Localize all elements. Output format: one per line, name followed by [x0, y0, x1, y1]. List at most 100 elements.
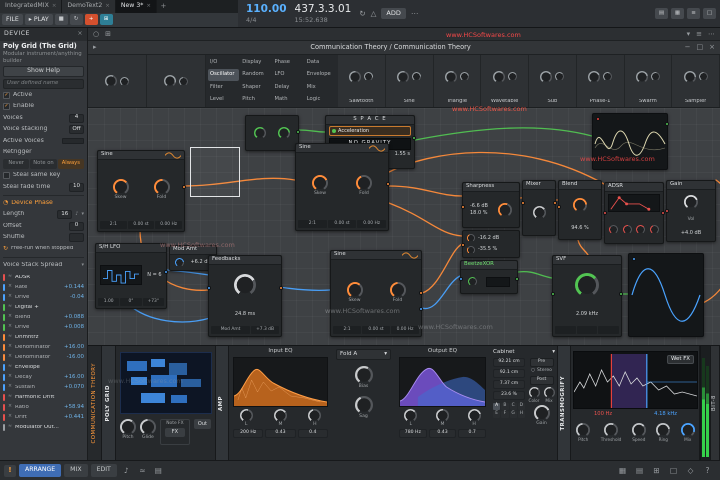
modulator-row[interactable]: ×Sustain+0.070	[3, 383, 84, 393]
blend-knob[interactable]	[573, 198, 587, 212]
note-fx-slot[interactable]: Note FX FX	[160, 419, 190, 445]
category-pitch[interactable]: Pitch	[240, 94, 271, 105]
modulator-row[interactable]: ≈Dnmntrz	[3, 333, 84, 343]
skew-knob[interactable]	[347, 282, 363, 298]
project-tab[interactable]: New 3*×	[116, 0, 157, 13]
level-knob[interactable]	[467, 246, 475, 254]
phase-value[interactable]: 0°	[120, 298, 141, 306]
freq-value[interactable]: 0.00 Hz	[155, 221, 182, 229]
module-header[interactable]: S/H LFO	[96, 244, 166, 253]
space-time-value[interactable]: 1.55 s	[395, 152, 410, 157]
feedbacks-module[interactable]: Feedbacks 24.8 ms Mod Amt +7.3 dB	[208, 255, 282, 337]
module-header[interactable]: BeetzeXOR	[461, 261, 517, 270]
module-header[interactable]: Mixer	[523, 181, 555, 190]
modulator-row[interactable]: ×Denominator+16.00	[3, 343, 84, 353]
time-signature-display[interactable]: 4/4	[246, 17, 287, 24]
high-knob[interactable]	[468, 409, 481, 422]
selected-empty-cell[interactable]	[190, 147, 240, 197]
grid-icon[interactable]: ⊞	[650, 464, 663, 477]
voices-value[interactable]: 4	[69, 114, 84, 123]
fx-button[interactable]: FX	[165, 428, 185, 437]
modulator-row[interactable]: ≈Digital +	[3, 303, 84, 313]
pitch-knob[interactable]	[120, 419, 136, 435]
time-display[interactable]: 15:52.638	[295, 17, 352, 24]
modulator-row[interactable]: ×Ratio+58.94	[3, 403, 84, 413]
port-dot[interactable]	[279, 286, 283, 290]
port-dot[interactable]	[665, 122, 669, 126]
modulator-row[interactable]: ×Drive-0.04	[3, 293, 84, 303]
grid-canvas[interactable]: S P A C E Acceleration NO GRAVITY 1.55 s	[88, 108, 720, 345]
acceleration-toggle[interactable]: Acceleration	[329, 126, 411, 136]
category-level[interactable]: Level	[208, 94, 239, 105]
menu-icon[interactable]: ≡	[696, 31, 702, 38]
play-button[interactable]: ▸ PLAY	[25, 14, 53, 25]
modulator-row[interactable]: ≈Modulator Out...	[3, 423, 84, 433]
pitch-value[interactable]: 0.00 st	[328, 220, 357, 228]
mixer-levels-module[interactable]: -16.2 dB -35.5 %	[462, 230, 520, 258]
loop-icon[interactable]: ↻	[359, 10, 365, 18]
oscilloscope-module[interactable]	[592, 113, 668, 170]
post-button[interactable]: Post	[530, 376, 554, 385]
threshold-knob[interactable]	[604, 423, 618, 437]
category-logic[interactable]: Logic	[305, 94, 336, 105]
port-dot[interactable]	[632, 257, 636, 261]
device-name-input[interactable]: User defined name	[3, 79, 84, 89]
port-dot[interactable]	[596, 117, 600, 121]
wetfx-device-header[interactable]: TRANSMOGRIFY	[558, 346, 571, 460]
category-phase[interactable]: Phase	[273, 57, 304, 68]
show-help-button[interactable]: Show Help	[3, 66, 84, 77]
filter-mode-button[interactable]	[598, 326, 619, 334]
port-dot[interactable]	[459, 277, 463, 281]
glide-knob[interactable]	[140, 419, 156, 435]
cabinet-letter-g[interactable]: G	[510, 411, 517, 418]
grid-snap-icon[interactable]: ⊞	[105, 31, 111, 38]
port-dot[interactable]	[665, 209, 669, 213]
project-tab[interactable]: IntegratedMIX×	[0, 0, 62, 13]
tempo-display[interactable]: 110.00	[246, 4, 287, 15]
note-icon[interactable]: ♪	[75, 212, 78, 217]
pitch-knob[interactable]	[576, 423, 590, 437]
overflow-dots-icon[interactable]: ⋯	[411, 10, 419, 18]
feedback-time-value[interactable]: 24.8 ms	[235, 312, 255, 317]
port-dot[interactable]	[551, 292, 555, 296]
amp-device-header[interactable]: AMP	[216, 346, 229, 460]
tab-close-icon[interactable]: ×	[52, 4, 57, 10]
module-header[interactable]: Sine	[296, 144, 388, 153]
out-button[interactable]: Out	[194, 419, 211, 429]
record-add-button[interactable]: +	[85, 14, 98, 25]
module-header[interactable]: S P A C E	[326, 116, 414, 125]
cutoff-knob[interactable]	[575, 273, 599, 297]
beetzexor-module[interactable]: BeetzeXOR	[460, 260, 518, 294]
palette-tile-phase-1[interactable]: Phase-1	[577, 55, 625, 107]
category-display[interactable]: Display	[240, 57, 271, 68]
ratio-value[interactable]: 2:1	[100, 221, 127, 229]
mid-knob[interactable]	[436, 409, 449, 422]
level-value[interactable]: -6.6 dB	[470, 204, 488, 209]
shuffle-value[interactable]	[69, 233, 84, 242]
category-delay[interactable]: Delay	[273, 82, 304, 93]
release-knob[interactable]	[650, 225, 659, 234]
sub-module-value[interactable]: +7.3 dB	[251, 326, 279, 334]
mixer-knob[interactable]	[533, 206, 546, 219]
write-automation-button[interactable]: ⊞	[100, 14, 113, 25]
file-menu-button[interactable]: FILE	[2, 14, 23, 25]
module-header[interactable]: Feedbacks	[209, 256, 281, 265]
mixer-icon[interactable]: ▤	[633, 464, 646, 477]
cutoff-value[interactable]: 2.09 kHz	[576, 312, 598, 317]
port-dot[interactable]	[619, 292, 623, 296]
steal-fade-value[interactable]: 10	[69, 183, 84, 192]
cabinet-letter-b[interactable]: B	[501, 403, 508, 410]
cabinet-damp-value[interactable]: 23.6 %	[493, 391, 525, 400]
device-panel-icon[interactable]: ▤	[152, 464, 165, 477]
cabinet-letter-e[interactable]: E	[493, 411, 500, 418]
palette-tile-triangle[interactable]: Triangle	[434, 55, 482, 107]
cabinet-letter-c[interactable]: C	[510, 403, 517, 410]
ratio-value[interactable]: 2:1	[333, 326, 361, 334]
port-dot[interactable]	[461, 243, 465, 247]
palette-tile-sampler[interactable]: Sampler	[672, 55, 720, 107]
adsr-module[interactable]: ADSR	[604, 182, 664, 244]
project-tab[interactable]: DemoText2×	[62, 0, 115, 13]
modulator-row[interactable]: ×Drift+0.441	[3, 413, 84, 423]
category-lfo[interactable]: LFO	[273, 69, 304, 80]
cabinet-letter-h[interactable]: H	[518, 411, 525, 418]
